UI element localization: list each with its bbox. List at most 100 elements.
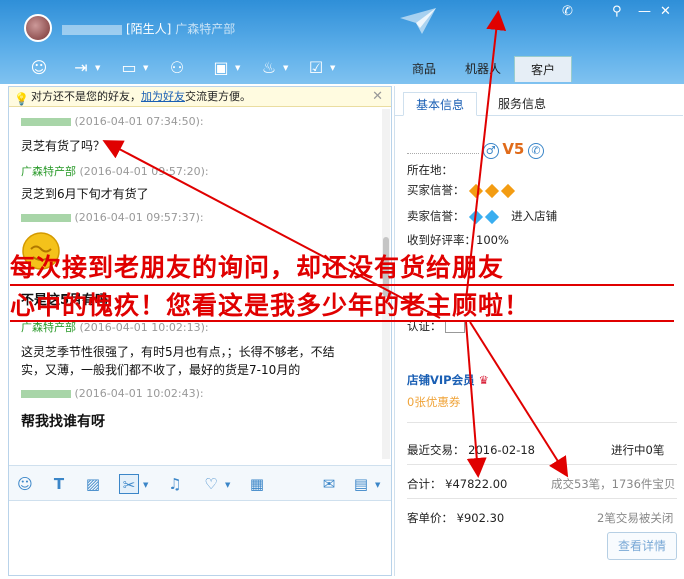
send-file-icon[interactable]: ⇥ — [70, 57, 92, 79]
tab-service-info[interactable]: 服务信息 — [485, 92, 559, 116]
input-toolbar: ☺ T ▨ ✂ ▼ ♫ ♡ ▼ ▦ ✉ ▤ ▼ — [9, 465, 391, 501]
close-button[interactable]: ✕ — [660, 4, 671, 19]
pin-icon[interactable]: ⚲ — [612, 4, 622, 19]
orange-diamond-icon — [469, 183, 484, 198]
good-rate-row: 收到好评率：100% — [407, 233, 509, 247]
add-friend-link[interactable]: 加为好友 — [141, 90, 185, 103]
location-row: 所在地： — [407, 162, 453, 178]
seller-credit-row: 卖家信誉： 进入店铺 — [407, 208, 557, 224]
chevron-down-icon[interactable]: ▼ — [143, 64, 148, 72]
phone-icon[interactable]: ✆ — [562, 4, 573, 19]
message-body: 灵芝到6月下旬才有货了 — [21, 187, 149, 201]
blue-diamond-icon — [469, 209, 484, 224]
blue-diamond-icon — [485, 209, 500, 224]
divider — [407, 498, 677, 499]
divider — [407, 422, 677, 423]
auth-badge-icon — [445, 320, 466, 333]
location-label: 所在地： — [407, 163, 453, 177]
view-details-button[interactable]: 查看详情 — [607, 532, 677, 560]
chevron-down-icon[interactable]: ▼ — [225, 481, 230, 489]
history-icon[interactable]: ▤ — [351, 474, 371, 494]
message-input[interactable] — [9, 501, 391, 575]
message-header: 广森特产部 (2016-04-01 09:57:20): — [21, 163, 209, 179]
chevron-down-icon[interactable]: ▼ — [235, 64, 240, 72]
contact-avatar[interactable] — [24, 14, 52, 42]
message-header: (2016-04-01 10:02:43): — [21, 387, 204, 400]
unit-price-label: 客单价： — [407, 511, 453, 525]
message-time: (2016-04-01 09:57:20): — [79, 165, 209, 178]
closed-trades: 2笔交易被关闭 — [597, 511, 674, 525]
vip-level-icon: V5 — [502, 140, 525, 158]
message-body-cont: 实，又薄，一般我们都不收了，最好的货是7-10月的 — [21, 363, 301, 377]
message-body: 灵芝有货了吗？ — [21, 139, 106, 153]
chat-panel: 💡 对方还不是您的好友，加为好友交流更方便。 ✕ (2016-04-01 07:… — [8, 86, 392, 576]
emoji-icon[interactable]: ☺ — [15, 474, 35, 494]
recent-trade-label: 最近交易： — [407, 443, 465, 457]
chevron-down-icon[interactable]: ▼ — [330, 64, 335, 72]
quick-reply-icon[interactable]: ✉ — [319, 474, 339, 494]
message-header: (2016-04-01 07:34:50): — [21, 115, 204, 128]
sender-name: 广森特产部 — [21, 165, 76, 178]
chevron-down-icon[interactable]: ▼ — [95, 64, 100, 72]
message-time: (2016-04-01 10:02:43): — [74, 387, 204, 400]
recent-trade-date: 2016-02-18 — [468, 443, 535, 457]
title-bar: [陌生人] 广森特产部 ✆ ⚲ — ✕ — [0, 0, 684, 52]
notice-text: 对方还不是您的好友， — [31, 90, 141, 103]
buyer-credit-row: 买家信誉： — [407, 182, 516, 198]
phone-icon[interactable]: ✆ — [528, 142, 545, 159]
message-time: (2016-04-01 07:34:50): — [74, 115, 204, 128]
sender-name-blurred — [21, 390, 71, 398]
unit-price-row: 客单价： ¥902.30 — [407, 510, 504, 526]
contact-title: [陌生人] 广森特产部 — [62, 20, 392, 37]
customer-name-blurred — [407, 142, 479, 154]
screenshot-icon[interactable]: ✂ — [119, 474, 139, 494]
orange-diamond-icon — [501, 183, 516, 198]
sender-name: 广森特产部 — [21, 321, 76, 334]
divider — [407, 464, 677, 465]
vip-title-text: 店铺VIP会员 — [407, 373, 475, 387]
deals-count: 成交53笔，1736件宝贝 — [551, 477, 676, 491]
lightbulb-icon: 💡 — [14, 92, 29, 106]
add-user-icon[interactable]: ⚇ — [166, 57, 188, 79]
video-icon[interactable]: ▭ — [118, 57, 140, 79]
vip-title: 店铺VIP会员 ♛ — [407, 372, 489, 388]
screen-share-icon[interactable]: ▣ — [210, 57, 232, 79]
chevron-down-icon[interactable]: ▼ — [375, 481, 380, 489]
calculator-icon[interactable]: ▦ — [247, 474, 267, 494]
tab-robot[interactable]: 机器人 — [456, 56, 510, 82]
chevron-down-icon[interactable]: ▼ — [283, 64, 288, 72]
total-row: 合计： ¥47822.00 — [407, 476, 507, 492]
tab-basic-info[interactable]: 基本信息 — [403, 92, 477, 116]
contact-rest: 广森特产部 — [175, 22, 236, 36]
remind-icon[interactable]: ♨ — [258, 57, 280, 79]
font-icon[interactable]: T — [49, 474, 69, 494]
contact-tag: [陌生人] — [126, 22, 172, 36]
tab-customer[interactable]: 客户 — [514, 56, 572, 82]
male-icon: ♂ — [482, 142, 499, 159]
schedule-icon[interactable]: ☑ — [305, 57, 327, 79]
sender-name-blurred — [21, 118, 71, 126]
close-icon[interactable]: ✕ — [372, 87, 383, 107]
chevron-down-icon[interactable]: ▼ — [143, 481, 148, 489]
in-progress-count: 进行中0笔 — [611, 443, 665, 457]
total-value: ¥47822.00 — [445, 477, 508, 491]
image-icon[interactable]: ▨ — [83, 474, 103, 494]
overlay-caption-line2: 心中的愧疚！您看这是我多少年的老主顾啦！ — [10, 291, 531, 320]
profile-tabs: 基本信息 服务信息 — [395, 88, 683, 116]
minimize-button[interactable]: — — [638, 4, 651, 19]
sender-name-blurred — [21, 214, 71, 222]
total-label: 合计： — [407, 477, 442, 491]
message-time: (2016-04-01 10:02:13): — [79, 321, 209, 334]
message-body: 这灵芝季节性很强了，有时5月也有点，；长得不够老，不结 — [21, 345, 335, 359]
heart-icon[interactable]: ♡ — [201, 474, 221, 494]
coupon-count[interactable]: 0张优惠券 — [407, 394, 460, 410]
toolbar: ☺ ⇥ ▼ ▭ ▼ ⚇ ▣ ▼ ♨ ▼ ☑ ▼ 商品 机器人 客户 — [0, 52, 684, 84]
orange-diamond-icon — [485, 183, 500, 198]
message-time: (2016-04-01 09:57:37): — [74, 211, 204, 224]
message-header: (2016-04-01 09:57:37): — [21, 211, 204, 224]
chat-icon[interactable]: ☺ — [28, 57, 50, 79]
tab-goods[interactable]: 商品 — [400, 56, 448, 82]
enter-store-link[interactable]: 进入店铺 — [511, 209, 557, 223]
overlay-caption-line1: 每次接到老朋友的询问，却还没有货给朋友 — [10, 253, 505, 282]
shake-icon[interactable]: ♫ — [165, 474, 185, 494]
